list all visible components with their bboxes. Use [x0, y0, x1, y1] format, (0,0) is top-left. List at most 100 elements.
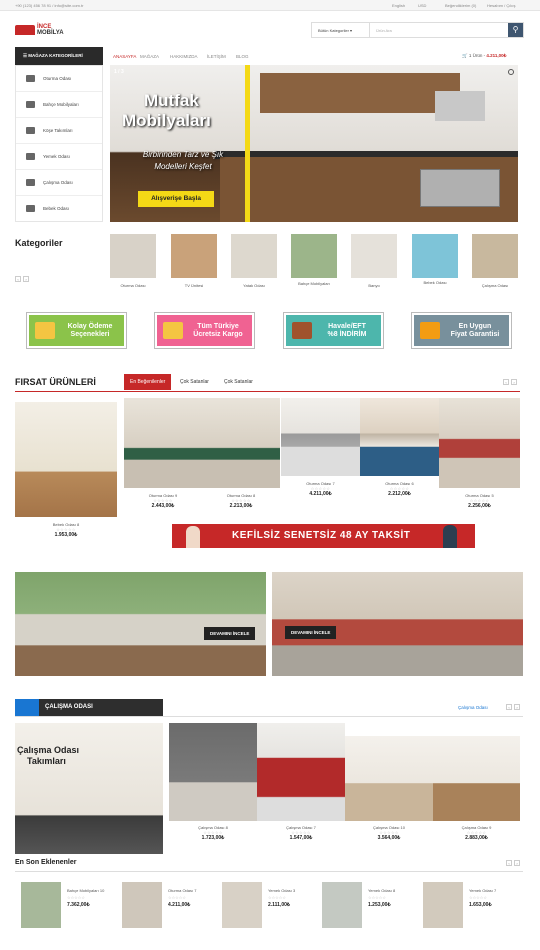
- next-arrow[interactable]: ›: [23, 276, 29, 282]
- laptop-icon: [15, 699, 39, 716]
- product-card[interactable]: Çalışma Odası 10 ☆☆☆☆☆ 3.564,00₺: [345, 736, 433, 841]
- top-bar: +90 (123) 456 78 91 / info@site.com.tr E…: [0, 0, 540, 11]
- category-label: Yatak Odası: [243, 283, 265, 288]
- nav-store[interactable]: MAĞAZA: [140, 54, 159, 59]
- installment-banner[interactable]: KEFİLSİZ SENETSİZ 48 AY TAKSİT: [172, 524, 475, 548]
- main-nav: ANASAYFA MAĞAZA HAKKIMIZDA İLETİŞİM BLOG: [110, 47, 410, 65]
- contact-info: +90 (123) 456 78 91 / info@site.com.tr: [15, 3, 84, 8]
- badge-price: En Uygun Fiyat Garantisi: [411, 312, 512, 349]
- latest-item[interactable]: Oturma Odası 7 ☆☆☆☆☆ 4.211,00₺: [122, 882, 218, 928]
- slide-counter: 1 / 3: [114, 69, 124, 75]
- search-input[interactable]: Ürün Ara: [376, 28, 392, 33]
- shopping-bag-icon: [420, 322, 440, 339]
- cart-summary[interactable]: 🛒 1 Ürün - 4.211,00₺: [462, 53, 507, 59]
- prev-arrow[interactable]: ‹: [506, 860, 512, 866]
- nav-home[interactable]: ANASAYFA: [113, 54, 136, 59]
- corner-sofa-icon: [26, 127, 35, 134]
- latest-item[interactable]: Bahçe Mobilyaları 10 ☆☆☆☆☆ 7.362,00₺: [21, 882, 117, 928]
- account-link[interactable]: Hesabım / Çıkış: [487, 3, 515, 8]
- promo-garden[interactable]: DEVAMINI İNCELE: [15, 572, 266, 676]
- woman-figure: [186, 526, 200, 548]
- nav-contact[interactable]: İLETİŞİM: [207, 54, 226, 59]
- categories-title: Kategoriler: [15, 238, 63, 248]
- category-card[interactable]: [412, 234, 458, 278]
- product-card[interactable]: Çalışma Odası 8 ☆☆☆☆☆ 1.723,00₺: [169, 723, 257, 841]
- hero-title: Mutfak Mobilyaları: [122, 91, 211, 130]
- slider-control-icon[interactable]: [508, 69, 514, 75]
- product-card[interactable]: Oturma Odası 7 ☆☆☆☆☆ 4.211,00₺: [281, 398, 360, 497]
- category-label: Bahçe Mobilyaları: [298, 281, 330, 286]
- shop-now-button[interactable]: Alışverişe Başla: [138, 191, 214, 207]
- product-card[interactable]: Çalışma Odası 9 ☆☆☆☆☆ 2.883,00₺: [433, 736, 520, 841]
- crib-icon: [26, 205, 35, 212]
- tab-best-sellers[interactable]: Çok Satanlar: [180, 379, 209, 385]
- category-card[interactable]: [171, 234, 217, 278]
- see-more-button[interactable]: DEVAMINI İNCELE: [285, 626, 337, 639]
- product-card[interactable]: Oturma Odası 5 ☆☆☆☆☆ 2.256,00₺: [439, 398, 520, 509]
- credit-card-icon: [35, 322, 55, 339]
- badge-payment: Kolay Ödeme Seçenekleri: [26, 312, 127, 349]
- wallet-icon: [292, 322, 312, 339]
- tab-study-room[interactable]: Çalışma Odası: [458, 705, 488, 710]
- category-card[interactable]: [472, 234, 518, 278]
- badge-transfer: Havale/EFT %8 İNDİRİM: [283, 312, 384, 349]
- featured-product[interactable]: Bebek Odası 8 ☆☆☆☆☆ 1.953,00₺: [15, 402, 117, 538]
- hero-subtitle: Birbirinden Tarz ve Şık Modelleri Keşfet: [142, 150, 224, 171]
- sidebar-item-bebek[interactable]: Bebek Odası: [16, 196, 102, 222]
- search-bar: Bütün Kategoriler ▾ Ürün Ara ⚲: [311, 22, 524, 38]
- tab-most-liked[interactable]: En Beğenilenler: [124, 374, 172, 390]
- product-card[interactable]: Oturma Odası 8 ☆☆☆☆☆ 2.213,00₺: [202, 398, 280, 509]
- desk-icon: [26, 179, 35, 186]
- truck-icon: [163, 322, 183, 339]
- study-promo[interactable]: Çalışma Odası Takımları: [15, 723, 163, 854]
- wishlist-link[interactable]: Beğendiklerim (0): [445, 3, 476, 8]
- latest-item[interactable]: Yemek Odası 3 ☆☆☆☆☆ 2.111,00₺: [222, 882, 318, 928]
- site-logo[interactable]: İNCE MOBİLYA: [15, 22, 75, 38]
- currency-select[interactable]: USD: [418, 3, 426, 8]
- category-label: TV Ünitesi: [184, 283, 204, 288]
- man-figure: [443, 525, 457, 548]
- latest-item[interactable]: Yemek Odası 7 ☆☆☆☆☆ 1.653,00₺: [423, 882, 519, 928]
- study-room-header: ÇALIŞMA ODASI: [15, 699, 163, 716]
- prev-arrow[interactable]: ‹: [15, 276, 21, 282]
- sofa-icon: [26, 75, 35, 82]
- category-card[interactable]: [110, 234, 156, 278]
- product-card[interactable]: Oturma Odası 6 ☆☆☆☆☆ 2.212,00₺: [360, 398, 439, 497]
- sofa-logo-icon: [15, 25, 35, 35]
- dining-icon: [26, 153, 35, 160]
- sidebar-item-kose[interactable]: Köşe Takımları: [16, 118, 102, 144]
- next-arrow[interactable]: ›: [514, 860, 520, 866]
- promo-living[interactable]: DEVAMINI İNCELE: [272, 572, 523, 676]
- category-card[interactable]: [231, 234, 277, 278]
- nav-about[interactable]: HAKKIMIZDA: [170, 54, 198, 59]
- category-sidebar: Oturma Odası Bahçe Mobilyaları Köşe Takı…: [15, 65, 103, 222]
- hero-slider[interactable]: 1 / 3 Mutfak Mobilyaları Birbirinden Tar…: [110, 65, 518, 222]
- category-label: Çalışma Odası: [481, 283, 509, 288]
- logo-text: İNCE MOBİLYA: [37, 24, 64, 36]
- search-category-select[interactable]: Bütün Kategoriler ▾: [312, 23, 370, 37]
- category-label: Bebek Odası: [423, 280, 447, 285]
- latest-item[interactable]: Yemek Odası 8 ☆☆☆☆☆ 1.253,00₺: [322, 882, 418, 928]
- search-button[interactable]: ⚲: [508, 23, 523, 37]
- see-more-button[interactable]: DEVAMINI İNCELE: [204, 627, 256, 640]
- search-icon: ⚲: [512, 25, 519, 34]
- sidebar-item-oturma[interactable]: Oturma Odası: [16, 66, 102, 92]
- sidebar-item-calisma[interactable]: Çalışma Odası: [16, 170, 102, 196]
- category-card[interactable]: [351, 234, 397, 278]
- next-arrow[interactable]: ›: [511, 379, 517, 385]
- next-arrow[interactable]: ›: [514, 704, 520, 710]
- language-select[interactable]: English: [392, 3, 405, 8]
- nav-blog[interactable]: BLOG: [236, 54, 249, 59]
- product-card[interactable]: Oturma Odası 9 ☆☆☆☆☆ 2.443,00₺: [124, 398, 202, 509]
- deals-title: FIRSAT ÜRÜNLERİ: [15, 377, 96, 387]
- store-categories-toggle[interactable]: ☰ MAĞAZA KATEGORİLERİ: [15, 47, 103, 65]
- sidebar-item-yemek[interactable]: Yemek Odası: [16, 144, 102, 170]
- prev-arrow[interactable]: ‹: [503, 379, 509, 385]
- sidebar-item-bahce[interactable]: Bahçe Mobilyaları: [16, 92, 102, 118]
- prev-arrow[interactable]: ‹: [506, 704, 512, 710]
- latest-title: En Son Eklenenler: [15, 859, 77, 866]
- tab-best-sellers-2[interactable]: Çok Satanlar: [224, 379, 253, 385]
- category-card[interactable]: [291, 234, 337, 278]
- badge-shipping: Tüm Türkiye Ücretsiz Kargo: [154, 312, 255, 349]
- product-card[interactable]: Çalışma Odası 7 ☆☆☆☆☆ 1.547,00₺: [257, 723, 345, 841]
